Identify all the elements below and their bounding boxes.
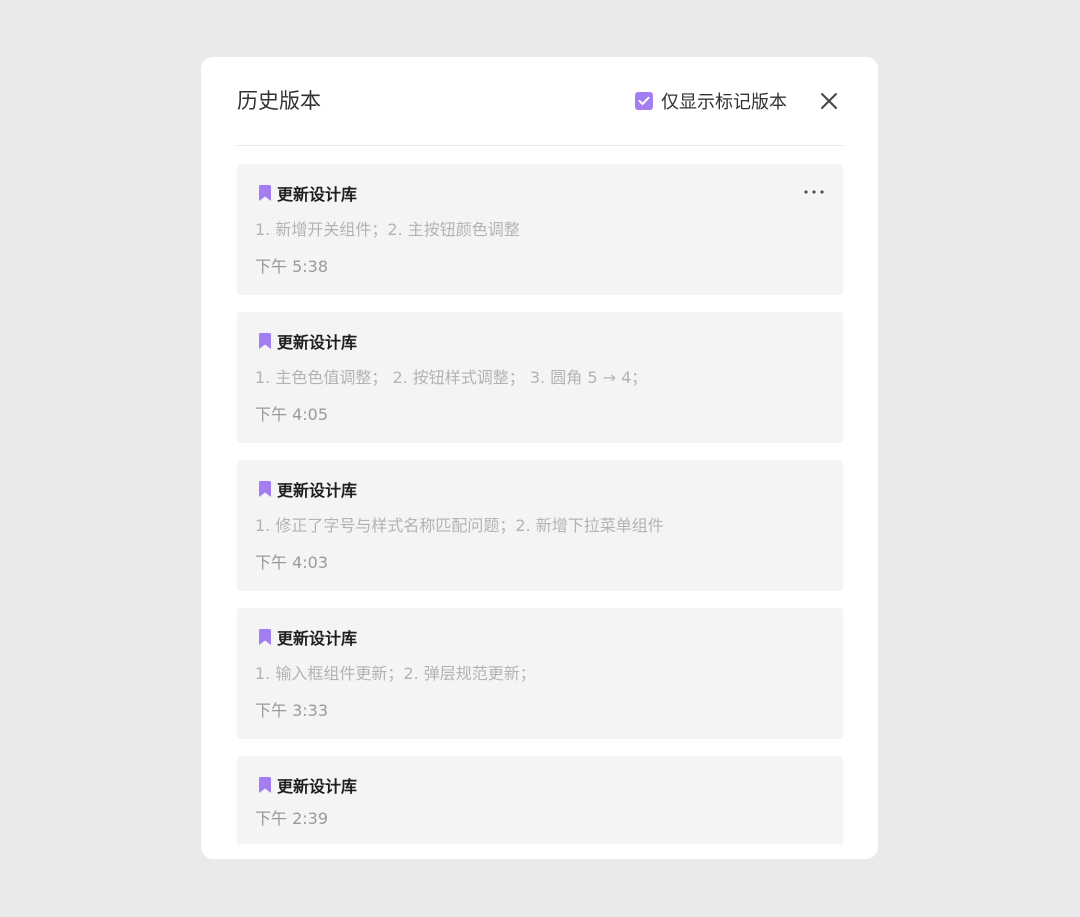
version-card-header: 更新设计库 [255, 478, 825, 500]
bookmark-icon [259, 481, 271, 497]
more-horizontal-icon[interactable] [804, 190, 824, 194]
bookmark-icon [259, 629, 271, 645]
version-card[interactable]: 更新设计库 1. 输入框组件更新；2. 弹层规范更新； 下午 3:33 [237, 608, 843, 739]
dialog-header: 历史版本 仅显示标记版本 [237, 57, 843, 146]
version-description: 1. 新增开关组件；2. 主按钮颜色调整 [255, 220, 520, 239]
version-card-header: 更新设计库 [255, 774, 825, 796]
version-card-header: 更新设计库 [255, 330, 825, 352]
version-card-header: 更新设计库 [255, 182, 825, 204]
version-description: 1. 修正了字号与样式名称匹配问题；2. 新增下拉菜单组件 [255, 516, 664, 535]
version-time: 下午 5:38 [255, 257, 329, 276]
version-time: 下午 3:33 [255, 701, 329, 720]
bookmark-icon [259, 185, 271, 201]
more-button[interactable] [803, 184, 825, 200]
version-time: 下午 4:05 [255, 405, 329, 424]
bookmark-icon [259, 777, 271, 793]
version-title: 更新设计库 [277, 333, 358, 352]
version-list[interactable]: 更新设计库 1. 新增开关组件；2. 主按钮颜色调整 下午 5:38 更新设计库… [237, 164, 843, 844]
dialog-title: 历史版本 [237, 89, 321, 113]
check-icon[interactable] [635, 92, 653, 110]
close-icon[interactable] [820, 92, 838, 110]
version-time: 下午 2:39 [255, 809, 329, 828]
version-time: 下午 4:03 [255, 553, 329, 572]
version-title: 更新设计库 [277, 185, 358, 204]
version-card[interactable]: 更新设计库 1. 主色色值调整； 2. 按钮样式调整； 3. 圆角 5 → 4；… [237, 312, 843, 443]
show-marked-only-toggle[interactable]: 仅显示标记版本 [635, 87, 787, 115]
version-title: 更新设计库 [277, 777, 358, 796]
version-card[interactable]: 更新设计库 1. 新增开关组件；2. 主按钮颜色调整 下午 5:38 [237, 164, 843, 295]
version-title: 更新设计库 [277, 481, 358, 500]
close-button[interactable] [815, 87, 843, 115]
show-marked-only-label[interactable]: 仅显示标记版本 [661, 88, 787, 114]
version-title: 更新设计库 [277, 629, 358, 648]
version-description: 1. 主色色值调整； 2. 按钮样式调整； 3. 圆角 5 → 4； [255, 368, 648, 387]
version-card-header: 更新设计库 [255, 626, 825, 648]
version-card[interactable]: 更新设计库 1. 修正了字号与样式名称匹配问题；2. 新增下拉菜单组件 下午 4… [237, 460, 843, 591]
version-description: 1. 输入框组件更新；2. 弹层规范更新； [255, 664, 536, 683]
bookmark-icon [259, 333, 271, 349]
version-card[interactable]: 更新设计库 下午 2:39 [237, 756, 843, 844]
history-versions-dialog: 历史版本 仅显示标记版本 更新设计库 1. 新增开关组件；2. 主按钮颜色调整 … [201, 57, 878, 859]
